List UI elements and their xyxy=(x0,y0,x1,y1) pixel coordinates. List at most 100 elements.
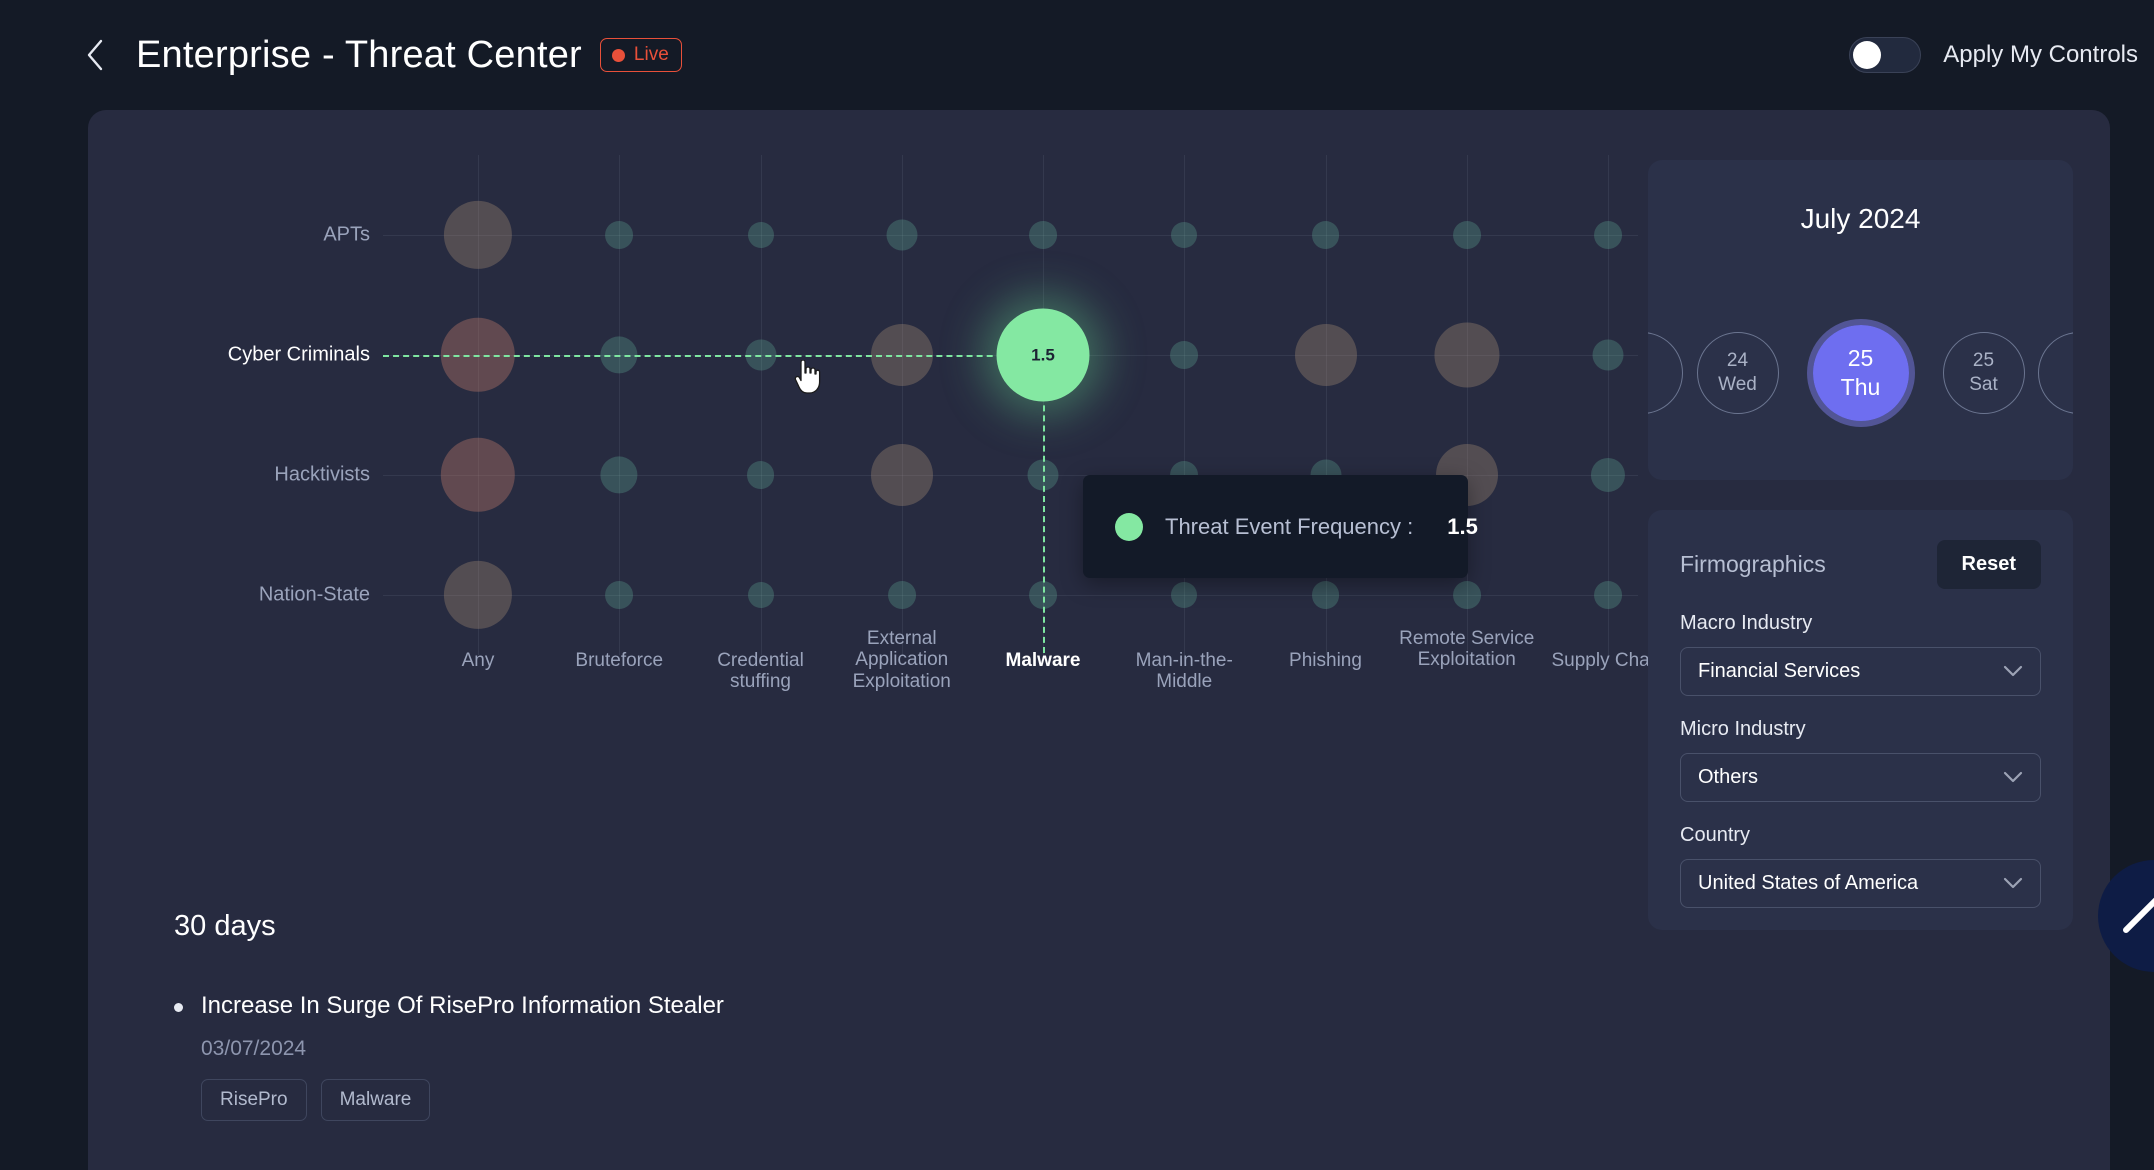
calendar-month-label: July 2024 xyxy=(1800,203,1921,234)
edit-pencil-icon xyxy=(2120,890,2154,941)
chart-bubble[interactable] xyxy=(746,461,775,489)
news-tag[interactable]: RisePro xyxy=(201,1079,307,1121)
status-badge-live: Live xyxy=(599,38,682,72)
chart-bubble[interactable] xyxy=(1171,582,1198,608)
select-value: Financial Services xyxy=(1698,660,1861,682)
tooltip-swatch-icon xyxy=(1115,512,1143,541)
news-feed: 30 days Increase In Surge Of RisePro Inf… xyxy=(174,910,1594,1170)
chart-bubble[interactable] xyxy=(443,200,513,270)
micro-industry-select[interactable]: Others xyxy=(1680,753,2041,802)
date-chip-weekday: Thu xyxy=(1840,374,1881,400)
chart-bubble[interactable] xyxy=(605,221,634,249)
date-picker-panel: July 2024 24 Wed 25 Thu 25 Sat xyxy=(1648,160,2073,480)
bullet-icon xyxy=(174,1003,183,1012)
date-chip-day: 25 xyxy=(1972,350,1995,372)
chart-x-axis-label: Bruteforce xyxy=(575,650,664,671)
chevron-down-icon xyxy=(2003,660,2023,683)
apply-my-controls-label: Apply My Controls xyxy=(1943,41,2138,68)
chart-x-axis-label: Malware xyxy=(1005,650,1081,671)
chart-bubble-active[interactable]: 1.5 xyxy=(996,308,1090,402)
chart-x-axis-label: Man-in-the-Middle xyxy=(1135,650,1233,693)
firmographics-panel: Firmographics Reset Macro Industry Finan… xyxy=(1648,510,2073,930)
country-select[interactable]: United States of America xyxy=(1680,859,2041,908)
firmographics-header: Firmographics Reset xyxy=(1680,538,2041,590)
chart-bubble[interactable] xyxy=(887,581,916,609)
date-chip-next[interactable] xyxy=(2038,332,2073,414)
chart-bubble[interactable] xyxy=(1294,324,1357,386)
chart-bubble[interactable] xyxy=(1434,322,1500,388)
chart-bubble[interactable] xyxy=(870,444,933,506)
field-label: Micro Industry xyxy=(1680,718,1806,740)
date-chip-selected[interactable]: 25 Thu xyxy=(1806,319,1915,427)
chart-bubble[interactable] xyxy=(1590,457,1626,493)
chart-bubble[interactable] xyxy=(600,456,638,494)
firmographics-title: Firmographics xyxy=(1680,550,1826,577)
header-right-controls: Apply My Controls xyxy=(1849,0,2138,110)
chart-bubble[interactable] xyxy=(1594,221,1622,249)
chart-bubble[interactable] xyxy=(1452,581,1481,609)
chart-bubble[interactable] xyxy=(1592,339,1624,371)
chart-bubble[interactable] xyxy=(1171,222,1198,248)
chevron-down-icon xyxy=(2003,872,2023,895)
chart-crosshair-horizontal xyxy=(383,355,1043,357)
chart-bubble[interactable] xyxy=(1311,581,1340,609)
macro-industry-select[interactable]: Financial Services xyxy=(1680,647,2041,696)
field-label: Macro Industry xyxy=(1680,612,1813,634)
chart-y-axis-label: Hacktivists xyxy=(274,463,370,486)
threat-bubble-chart: 1.5 Threat Event Frequency : 1.5 APTs Cyb… xyxy=(88,110,1678,710)
chevron-left-icon xyxy=(84,38,106,72)
chart-y-axis-label: APTs xyxy=(323,223,370,246)
app-header: Enterprise - Threat Center Live Apply My… xyxy=(0,0,2154,110)
chart-bubble[interactable] xyxy=(605,581,634,609)
chevron-down-icon xyxy=(2003,766,2023,789)
date-strip: 24 Wed 25 Thu 25 Sat xyxy=(1648,308,2073,438)
chart-bubble[interactable] xyxy=(886,219,918,251)
news-date: 03/07/2024 xyxy=(201,1037,307,1060)
page-title: Enterprise - Threat Center xyxy=(136,33,582,76)
chart-x-axis-label: Remote Service Exploitation xyxy=(1399,628,1535,671)
chart-bubble[interactable] xyxy=(1311,221,1340,249)
field-macro-industry: Macro Industry Financial Services xyxy=(1680,612,2041,696)
news-tag-list: RisePro Malware xyxy=(201,1079,1594,1121)
chart-x-axis-label: Credential stuffing xyxy=(717,650,804,693)
news-tag[interactable]: Malware xyxy=(320,1079,431,1121)
live-badge-label: Live xyxy=(633,44,669,65)
chart-y-axis-label: Cyber Criminals xyxy=(227,343,370,366)
chart-bubble[interactable] xyxy=(747,582,774,608)
date-chip-day: 24 xyxy=(1726,350,1749,372)
apply-my-controls-toggle[interactable] xyxy=(1849,37,1922,73)
toggle-knob xyxy=(1853,41,1882,69)
select-value: United States of America xyxy=(1698,872,1919,894)
news-headline[interactable]: Increase In Surge Of RisePro Information… xyxy=(201,991,724,1021)
chart-gridline-horizontal xyxy=(383,595,1638,596)
chart-x-axis-label: Any xyxy=(461,650,495,671)
news-section-title: 30 days xyxy=(174,910,276,942)
chart-bubble[interactable] xyxy=(1452,221,1481,249)
date-chip[interactable]: 24 Wed xyxy=(1696,332,1779,414)
field-label: Country xyxy=(1680,824,1751,846)
chart-bubble[interactable] xyxy=(1029,221,1057,249)
live-dot-icon xyxy=(611,48,625,62)
date-chip-weekday: Sat xyxy=(1969,374,1998,395)
chart-bubble[interactable] xyxy=(1170,341,1199,369)
tooltip-value: 1.5 xyxy=(1447,513,1478,539)
chart-bubble[interactable] xyxy=(440,437,516,513)
chart-bubble[interactable] xyxy=(1594,581,1622,609)
chart-x-axis-label: External Application Exploitation xyxy=(852,628,951,692)
back-button[interactable] xyxy=(78,38,112,72)
field-country: Country United States of America xyxy=(1680,824,2041,908)
field-micro-industry: Micro Industry Others xyxy=(1680,718,2041,802)
chart-gridline-horizontal xyxy=(383,235,1638,236)
chart-bubble[interactable] xyxy=(747,222,774,248)
list-item: Increase In Surge Of RisePro Information… xyxy=(174,991,1594,1121)
chart-x-axis-label: Phishing xyxy=(1289,650,1362,671)
date-chip-prev[interactable] xyxy=(1648,332,1683,414)
select-value: Others xyxy=(1698,766,1759,788)
chart-y-axis-label: Nation-State xyxy=(258,583,370,606)
date-chip-day: 25 xyxy=(1847,345,1874,372)
chart-tooltip: Threat Event Frequency : 1.5 xyxy=(1083,475,1478,578)
date-chip-weekday: Wed xyxy=(1718,374,1757,395)
reset-button[interactable]: Reset xyxy=(1936,539,2041,589)
chart-bubble[interactable] xyxy=(443,560,513,630)
date-chip[interactable]: 25 Sat xyxy=(1942,332,2025,414)
